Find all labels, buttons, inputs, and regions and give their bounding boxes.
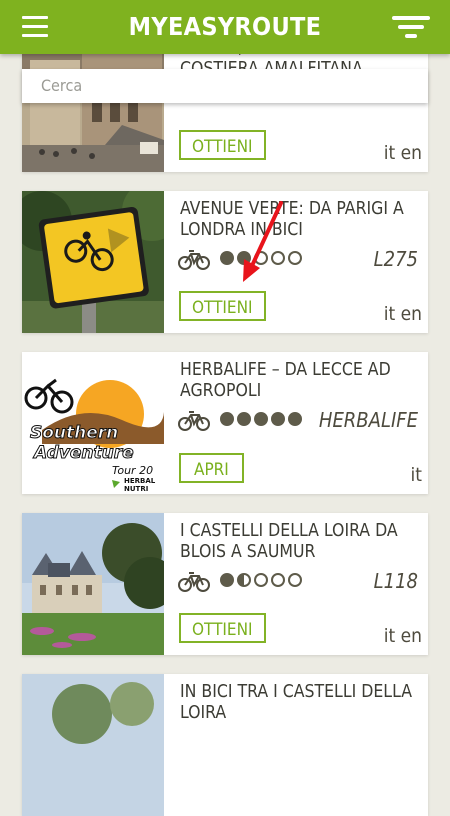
logo-line-1: Southern	[30, 423, 118, 443]
bicycle-icon	[178, 250, 210, 270]
route-thumbnail: Southern Adventure Tour 20 HERBAL NUTRI	[22, 352, 164, 494]
route-languages: it en	[383, 142, 422, 164]
route-title: HERBALIFE – DA LECCE AD AGROPOLI	[180, 360, 391, 401]
route-languages: it en	[383, 625, 422, 647]
logo-brand-2: NUTRI	[124, 485, 148, 493]
bicycle-icon	[178, 572, 210, 592]
route-languages: it en	[383, 303, 422, 325]
app-title: MYEASYROUTE	[128, 12, 322, 41]
app-header: MYEASYROUTE	[0, 0, 450, 54]
route-title: I CASTELLI DELLA LOIRA DA BLOIS A SAUMUR	[180, 521, 398, 562]
search-input[interactable]: Cerca	[22, 69, 428, 103]
route-card-avenue-verte[interactable]: AVENUE VERTE: DA PARIGI A LONDRA IN BICI…	[22, 191, 428, 333]
route-code: HERBALIFE	[318, 408, 418, 432]
logo-line-3: Tour 20	[112, 464, 153, 477]
logo-line-2: Adventure	[32, 443, 134, 463]
get-route-button[interactable]: OTTIENI	[179, 130, 266, 160]
bicycle-icon	[178, 411, 210, 431]
route-languages: it	[410, 464, 422, 486]
route-title: IN BICI TRA I CASTELLI DELLA LOIRA	[180, 682, 413, 723]
difficulty-rating	[220, 412, 302, 426]
route-meta: HERBALIFE	[178, 408, 418, 432]
route-code: L118	[373, 569, 418, 593]
route-meta: L118	[178, 569, 418, 593]
get-route-button[interactable]: OTTIENI	[179, 613, 266, 643]
route-card-loira-saumur[interactable]: I CASTELLI DELLA LOIRA DA BLOIS A SAUMUR…	[22, 513, 428, 655]
search-placeholder: Cerca	[41, 76, 83, 95]
route-thumbnail	[22, 513, 164, 655]
route-thumbnail	[22, 674, 164, 816]
open-route-button[interactable]: APRI	[179, 453, 244, 483]
filter-icon[interactable]	[392, 16, 430, 40]
route-title: AVENUE VERTE: DA PARIGI A LONDRA IN BICI	[180, 199, 404, 240]
difficulty-rating	[220, 573, 302, 587]
route-meta: L275	[178, 247, 418, 271]
route-code: L275	[373, 247, 418, 271]
get-route-button[interactable]: OTTIENI	[179, 291, 266, 321]
difficulty-rating	[220, 251, 302, 265]
route-card-loira-bici[interactable]: IN BICI TRA I CASTELLI DELLA LOIRA	[22, 674, 428, 816]
logo-brand: HERBAL	[124, 477, 156, 485]
route-thumbnail	[22, 191, 164, 333]
route-card-herbalife[interactable]: Southern Adventure Tour 20 HERBAL NUTRI …	[22, 352, 428, 494]
